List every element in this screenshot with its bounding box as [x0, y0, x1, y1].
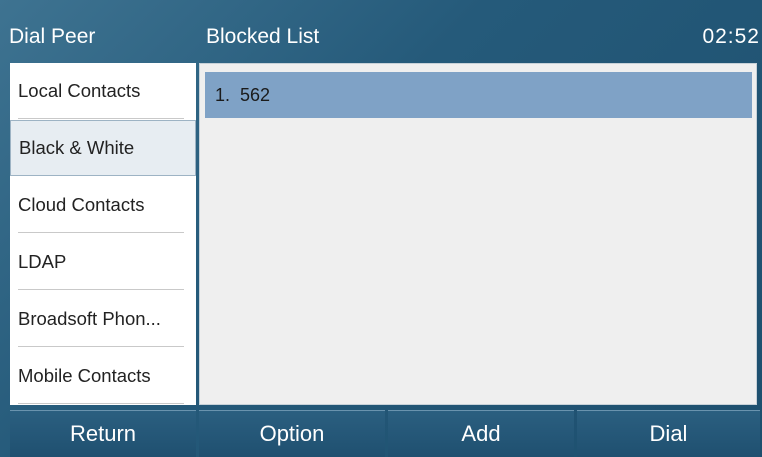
sidebar-item-label: Broadsoft Phon...	[18, 308, 161, 329]
list-item-index: 1.	[215, 84, 231, 105]
list-item-number: 562	[240, 84, 271, 105]
page-title: Blocked List	[206, 25, 320, 48]
blocked-list-panel: 1. 562	[199, 63, 757, 405]
divider	[18, 232, 184, 233]
option-button[interactable]: Option	[199, 410, 385, 457]
return-button[interactable]: Return	[10, 410, 196, 457]
sidebar-item-label: Local Contacts	[18, 80, 141, 101]
sidebar-item-label: Cloud Contacts	[18, 194, 145, 215]
dial-button[interactable]: Dial	[577, 410, 760, 457]
clock: 02:52	[702, 25, 760, 48]
sidebar-item-cloud-contacts[interactable]: Cloud Contacts	[10, 177, 196, 233]
sidebar-item-black-white[interactable]: Black & White	[10, 120, 196, 176]
divider	[18, 118, 184, 119]
list-item[interactable]: 1. 562	[205, 72, 752, 118]
sidebar-item-local-contacts[interactable]: Local Contacts	[10, 63, 196, 119]
add-button[interactable]: Add	[388, 410, 574, 457]
sidebar-item-broadsoft-phonebook[interactable]: Broadsoft Phon...	[10, 291, 196, 347]
contacts-sidebar: Local Contacts Black & White Cloud Conta…	[10, 63, 196, 405]
sidebar-item-label: Black & White	[19, 137, 135, 158]
divider	[18, 346, 184, 347]
sidebar-item-label: Mobile Contacts	[18, 365, 151, 386]
sidebar-item-label: LDAP	[18, 251, 67, 272]
sidebar-item-mobile-contacts[interactable]: Mobile Contacts	[10, 348, 196, 404]
divider	[18, 289, 184, 290]
sidebar-item-ldap[interactable]: LDAP	[10, 234, 196, 290]
header-bar: Dial Peer Blocked List 02:52	[0, 0, 762, 62]
phone-screen: Dial Peer Blocked List 02:52 Local Conta…	[0, 0, 762, 457]
divider	[18, 403, 184, 404]
softkey-bar: Return Option Add Dial	[10, 410, 760, 457]
section-title: Dial Peer	[9, 25, 96, 48]
